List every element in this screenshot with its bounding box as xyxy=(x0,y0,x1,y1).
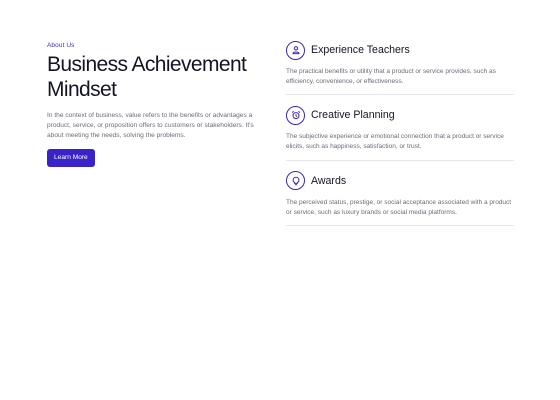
feature-description: The subjective experience or emotional c… xyxy=(286,133,504,151)
person-icon xyxy=(286,40,305,60)
about-description: In the context of business, value refers… xyxy=(47,112,254,139)
feature-title: Experience Teachers xyxy=(311,44,410,56)
feature-item-experience-teachers: Experience Teachers The practical benefi… xyxy=(286,40,514,96)
about-section: About Us Business Achievement Mindset In… xyxy=(47,42,269,168)
feature-header: Awards xyxy=(286,171,514,191)
about-eyebrow: About Us xyxy=(47,42,75,49)
lightbulb-icon xyxy=(286,171,305,191)
feature-title: Awards xyxy=(311,174,347,187)
title-line-1: Business Achievement xyxy=(47,53,247,76)
alarm-clock-icon xyxy=(286,105,305,125)
feature-title: Creative Planning xyxy=(311,109,395,122)
learn-more-button[interactable]: Learn More xyxy=(47,149,95,168)
title-line-2: Mindset xyxy=(47,78,117,101)
page-title: Business Achievement Mindset xyxy=(47,52,269,102)
feature-item-awards: Awards The perceived status, prestige, o… xyxy=(286,171,514,227)
feature-description: The practical benefits or utility that a… xyxy=(286,68,496,85)
feature-item-creative-planning: Creative Planning The subjective experie… xyxy=(286,105,514,161)
feature-description: The perceived status, prestige, or socia… xyxy=(286,198,512,216)
feature-header: Experience Teachers xyxy=(286,40,514,60)
feature-header: Creative Planning xyxy=(286,105,514,125)
features-list: Experience Teachers The practical benefi… xyxy=(286,40,514,236)
